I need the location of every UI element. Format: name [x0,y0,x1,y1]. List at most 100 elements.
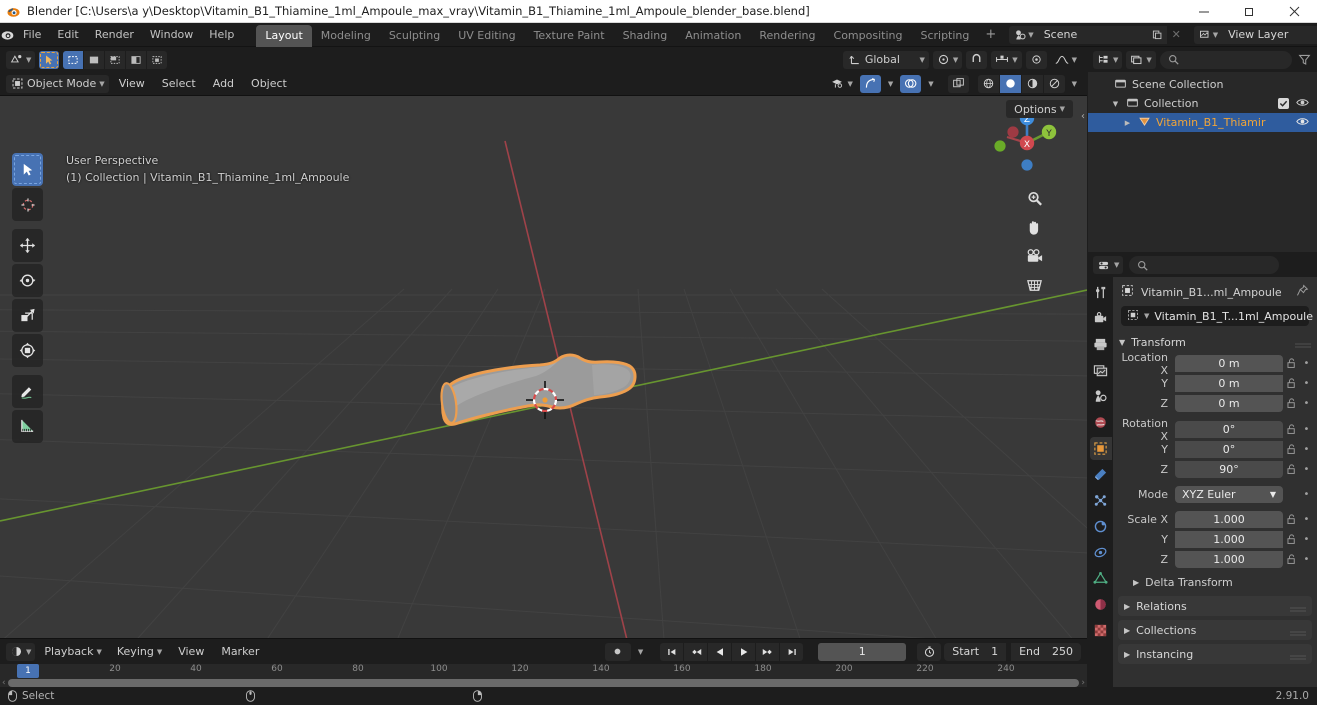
panel-header-transform[interactable]: ▼ Transform [1113,332,1317,352]
auto-keying-button[interactable] [604,642,631,661]
tab-layout[interactable]: Layout [256,24,312,47]
timeline-track[interactable]: 20 40 60 80 100 120 140 160 180 200 220 … [0,664,1087,688]
shading-wireframe-button[interactable] [977,74,999,93]
tab-sculpting[interactable]: Sculpting [380,25,449,47]
outliner-row-scene-collection[interactable]: Scene Collection [1088,75,1317,94]
animate-property-dot[interactable]: • [1300,534,1313,545]
tab-animation[interactable]: Animation [676,25,750,47]
location-x-field[interactable]: 0 m [1175,355,1283,372]
visibility-eye-icon[interactable] [1296,97,1309,111]
lock-icon[interactable] [1283,358,1300,369]
shading-solid-button[interactable] [999,74,1021,93]
visibility-eye-icon[interactable] [1296,116,1309,130]
play-reverse-button[interactable] [708,642,732,661]
scene-icon[interactable]: ▼ [1009,25,1038,44]
pan-hand-icon[interactable] [1023,216,1046,239]
timeline-menu-marker[interactable]: Marker [214,642,266,661]
disclosure-triangle[interactable]: ▶ [1122,119,1133,127]
start-frame-field[interactable]: Start 1 [944,642,1007,661]
outliner-row-collection[interactable]: ▼ Collection [1088,94,1317,113]
toggle-perspective-icon[interactable] [1023,274,1046,297]
lock-icon[interactable] [1283,444,1300,455]
viewport-menu-select[interactable]: Select [155,74,203,93]
select-set-button[interactable] [63,50,84,69]
lock-icon[interactable] [1283,464,1300,475]
timeline-menu-view[interactable]: View [171,642,211,661]
tab-particles-icon[interactable] [1090,489,1112,512]
scene-name-field[interactable]: Scene [1037,25,1148,44]
view-layer-name-field[interactable]: View Layer [1222,25,1317,44]
play-button[interactable] [732,642,756,661]
tab-scripting[interactable]: Scripting [911,25,978,47]
disclosure-triangle[interactable]: ▼ [1110,100,1121,108]
end-frame-field[interactable]: End 250 [1011,642,1081,661]
menu-window[interactable]: Window [142,25,201,44]
proportional-editing-button[interactable] [1025,50,1047,69]
viewport-options-button[interactable]: Options ▼ [1006,100,1073,118]
proportional-falloff-button[interactable]: ▼ [1051,51,1081,69]
properties-search-input[interactable] [1129,256,1280,274]
timeline-editor-type-selector[interactable]: ▼ [6,642,36,661]
tab-constraints-icon[interactable] [1090,541,1112,564]
scale-x-field[interactable]: 1.000 [1175,511,1283,528]
rotation-y-field[interactable]: 0° [1175,441,1283,458]
xray-toggle-button[interactable] [947,74,969,93]
lock-icon[interactable] [1283,514,1300,525]
timeline-editor[interactable]: ▼ Playback ▼ Keying ▼ View Marker ▼ 1 St… [0,638,1087,688]
lock-icon[interactable] [1283,398,1300,409]
tab-view-layer-icon[interactable] [1090,359,1112,382]
add-workspace-button[interactable]: + [978,25,1003,44]
shading-rendered-button[interactable] [1043,74,1065,93]
panel-header-collections[interactable]: ▶ Collections [1118,620,1312,640]
current-frame-field[interactable]: 1 [818,642,907,661]
transform-orientation-selector[interactable]: Global ▼ [842,50,929,69]
tab-render-icon[interactable] [1090,307,1112,330]
lock-icon[interactable] [1283,554,1300,565]
animate-property-dot[interactable]: • [1300,554,1313,565]
properties-panel-body[interactable]: Vitamin_B1...ml_Ampoule ▼ Vitamin_B1_T..… [1113,277,1317,687]
timeline-menu-playback[interactable]: Playback ▼ [38,643,107,661]
maximize-button[interactable] [1227,0,1272,23]
outliner-display-mode-selector[interactable]: ▼ [1126,50,1156,69]
tab-world-icon[interactable] [1090,411,1112,434]
rotation-x-field[interactable]: 0° [1175,421,1283,438]
camera-view-icon[interactable] [1023,245,1046,268]
tool-move[interactable] [12,229,43,262]
viewport-menu-view[interactable]: View [112,74,152,93]
jump-to-end-button[interactable] [780,642,804,661]
timeline-menu-keying[interactable]: Keying ▼ [111,643,168,661]
tab-compositing[interactable]: Compositing [825,25,912,47]
rotation-z-field[interactable]: 90° [1175,461,1283,478]
properties-editor[interactable]: ▼ Vitamin_B1...ml_Ampoule ▼ Vitamin_B1_T… [1088,253,1317,687]
tab-texture-icon[interactable] [1090,619,1112,642]
animate-property-dot[interactable]: • [1300,398,1313,409]
select-tool-button[interactable] [39,50,60,69]
zoom-icon[interactable] [1023,187,1046,210]
viewport-menu-object[interactable]: Object [244,74,294,93]
outliner-row-object[interactable]: ▶ Vitamin_B1_Thiamir [1088,113,1317,132]
panel-header-relations[interactable]: ▶ Relations [1118,596,1312,616]
timeline-horizontal-scrollbar[interactable] [8,679,1079,687]
blender-menu-icon[interactable] [0,27,15,42]
viewport-canvas[interactable] [0,47,1087,638]
tab-modifier-icon[interactable] [1090,463,1112,486]
view-layer-icon[interactable]: ▼ [1193,25,1223,44]
show-overlays-button[interactable] [900,74,922,93]
select-intersect-button[interactable] [147,50,168,69]
menu-help[interactable]: Help [201,25,242,44]
outliner-editor[interactable]: ▼ ▼ Scene Collection ▼ Collection ▶ Vita… [1088,47,1317,252]
collection-checkbox[interactable] [1278,98,1289,109]
sidebar-collapse-arrow-icon[interactable]: ‹ [1081,111,1085,122]
snap-pivot-point-button[interactable]: ▼ [932,50,963,69]
properties-editor-type-selector[interactable]: ▼ [1093,256,1124,274]
tab-physics-icon[interactable] [1090,515,1112,538]
remove-scene-button[interactable]: ✕ [1167,26,1186,44]
tab-uv-editing[interactable]: UV Editing [449,25,524,47]
animate-property-dot[interactable]: • [1300,444,1313,455]
select-extend-button[interactable] [84,50,105,69]
tab-output-icon[interactable] [1090,333,1112,356]
lock-icon[interactable] [1283,378,1300,389]
prev-keyframe-button[interactable] [684,642,708,661]
show-gizmo-button[interactable] [859,74,881,93]
new-scene-button[interactable] [1147,25,1167,44]
